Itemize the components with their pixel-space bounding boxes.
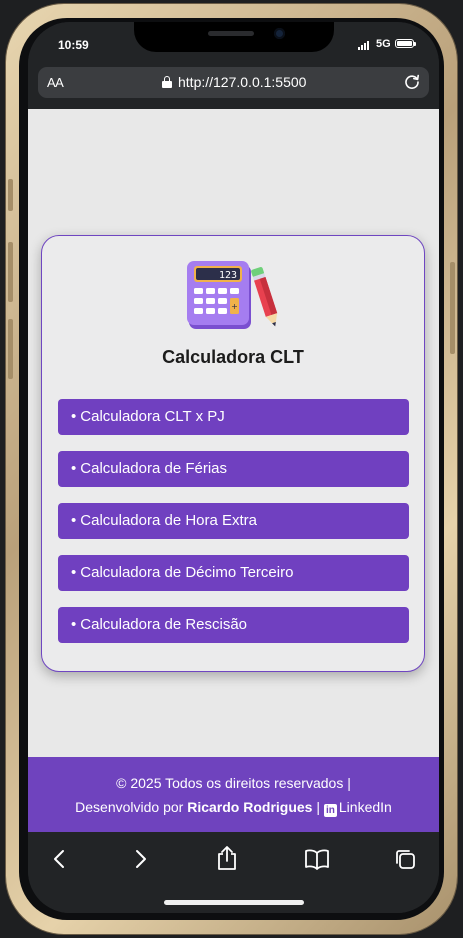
status-bar: 10:59 5G [28,22,439,66]
status-time: 10:59 [58,38,89,52]
page-title: Calculadora CLT [162,347,304,367]
page-content: 123 + Calculadora CLT • Calculadora CLT … [28,109,439,757]
separator: | [316,799,320,815]
linkedin-link[interactable]: LinkedIn [339,799,392,815]
menu-item-hora-extra[interactable]: • Calculadora de Hora Extra [58,503,409,539]
svg-text:+: + [231,302,238,311]
text-size-button[interactable]: AA [47,75,64,90]
menu-item-label: Calculadora de Férias [80,460,228,477]
url-display[interactable]: http://127.0.0.1:5500 [162,74,306,90]
menu-item-ferias[interactable]: • Calculadora de Férias [58,451,409,487]
home-indicator [164,900,304,905]
battery-icon [395,39,416,48]
menu-item-label: Calculadora de Décimo Terceiro [80,564,294,581]
author-link[interactable]: Ricardo Rodrigues [187,799,312,815]
forward-icon[interactable] [130,848,150,875]
credits-line: Desenvolvido por Ricardo Rodrigues | in L… [28,795,439,819]
bookmarks-icon[interactable] [304,848,330,875]
volume-down-button [8,319,13,379]
menu-item-clt-x-pj[interactable]: • Calculadora CLT x PJ [58,399,409,435]
linkedin-icon: in [323,804,337,817]
browser-toolbar [28,832,439,913]
calculator-menu: • Calculadora CLT x PJ • Calculadora de Fé… [58,399,409,659]
calculator-display: 123 [219,270,237,281]
tabs-icon[interactable] [394,848,416,875]
url-text: http://127.0.0.1:5500 [178,74,307,90]
address-bar[interactable]: AA http://127.0.0.1:5500 [38,67,429,98]
speaker-grille [208,31,254,36]
reload-icon[interactable] [403,73,421,96]
lock-icon [162,76,172,88]
menu-item-label: Calculadora de Hora Extra [80,512,258,529]
back-icon[interactable] [50,848,70,875]
copyright-text: © 2025 Todos os direitos reservados | [116,775,351,791]
mute-switch [8,179,13,211]
network-type: 5G [376,38,391,50]
phone-screen: 10:59 5G AA http://127.0.0.1:5500 123 + … [28,22,439,913]
calculator-card: 123 + Calculadora CLT • Calculadora CLT … [41,235,425,672]
calculator-pencil-icon: 123 + [187,259,281,336]
notch [134,22,334,52]
menu-item-label: Calculadora de Rescisão [80,616,248,633]
page-footer: © 2025 Todos os direitos reservados | De… [28,757,439,832]
signal-icon [358,40,369,50]
developed-by-text: Desenvolvido por [75,799,184,815]
power-button [450,262,455,354]
share-icon[interactable] [216,845,238,876]
menu-item-decimo-terceiro[interactable]: • Calculadora de Décimo Terceiro [58,555,409,591]
volume-up-button [8,242,13,302]
menu-item-label: Calculadora CLT x PJ [80,408,225,425]
menu-item-rescisao[interactable]: • Calculadora de Rescisão [58,607,409,643]
front-camera [274,28,285,39]
